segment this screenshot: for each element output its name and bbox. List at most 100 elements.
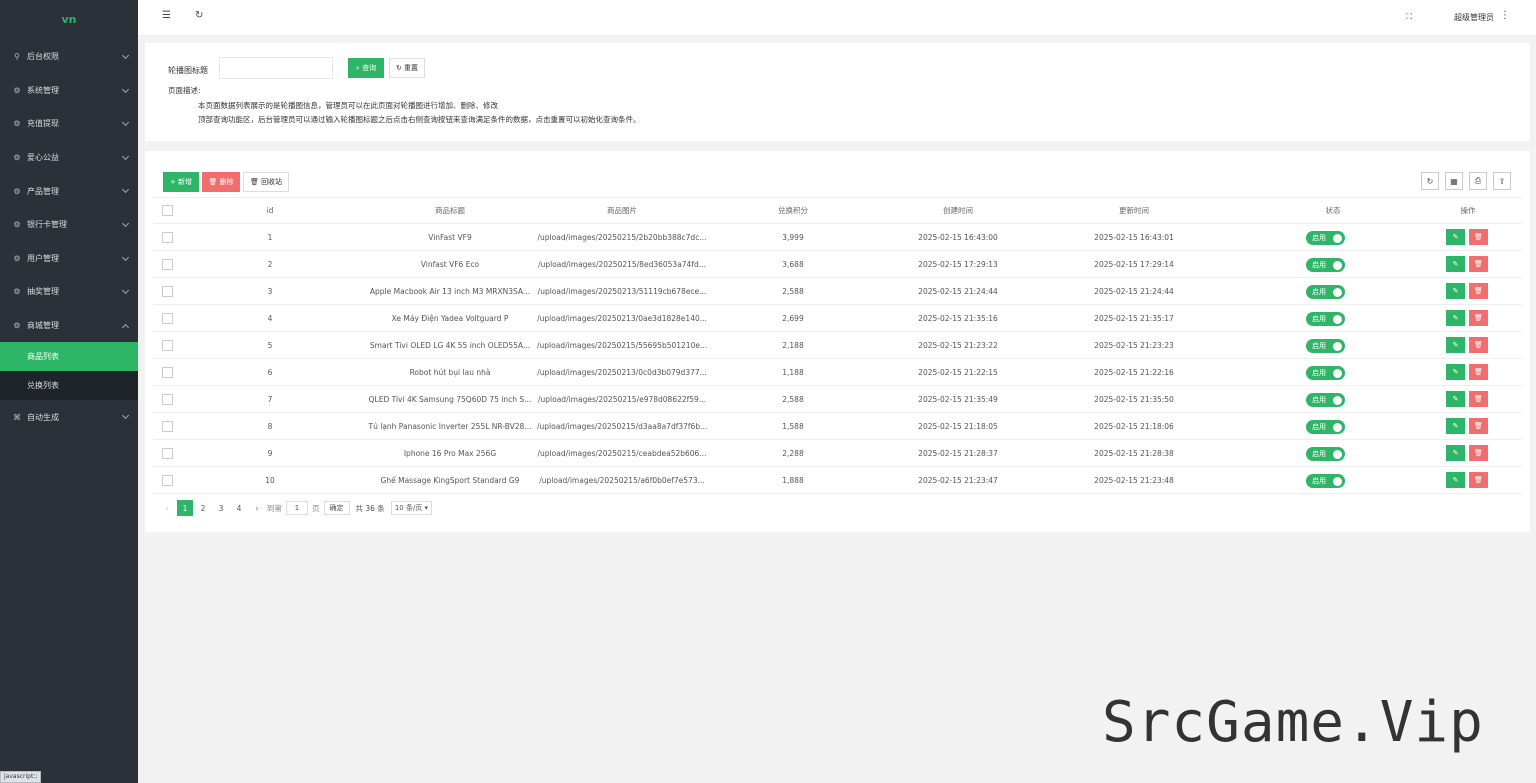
column-header: 状态 (1325, 206, 1341, 215)
cell-updated: 2025-02-15 21:18:06 (1094, 421, 1174, 431)
row-checkbox[interactable] (162, 232, 173, 243)
search-input[interactable] (219, 57, 333, 79)
add-button[interactable]: + 新增 (163, 172, 199, 192)
goto-confirm-button[interactable]: 确定 (323, 501, 350, 515)
cell-updated: 2025-02-15 21:35:50 (1094, 394, 1174, 404)
cell-id: 6 (267, 367, 273, 377)
cell-created: 2025-02-15 17:29:13 (918, 259, 998, 269)
columns-icon[interactable]: ▦ (1445, 172, 1463, 190)
gear-icon: ⚙ (13, 321, 21, 331)
delete-row-button[interactable]: 🗑 (1469, 283, 1488, 299)
edit-button[interactable]: ✎ (1446, 229, 1465, 245)
table-row: 7 QLED Tivi 4K Samsung 75Q60D 75 inch S..… (153, 386, 1522, 413)
cell-points: 1,888 (782, 475, 804, 485)
edit-button[interactable]: ✎ (1446, 310, 1465, 326)
print-icon[interactable]: ⎙ (1469, 172, 1487, 190)
sidebar-item[interactable]: ⚙ 银行卡管理 (0, 208, 138, 242)
query-button[interactable]: ⌕ 查询 (348, 58, 384, 78)
page-button[interactable]: 4 (231, 500, 247, 516)
delete-row-button[interactable]: 🗑 (1469, 337, 1488, 353)
table-row: 4 Xe Máy Điện Yadea Voltguard P/upload/im… (153, 305, 1522, 332)
status-toggle[interactable]: 启用 (1306, 447, 1345, 461)
status-toggle[interactable]: 启用 (1306, 285, 1345, 299)
gear-icon: ⚙ (13, 253, 21, 263)
goto-page-input[interactable]: 1 (286, 501, 308, 515)
pagination: ‹ 1 2 3 4 › 到第 1 页 确定 共 36 条 10 条/页 ▾ (159, 500, 433, 516)
delete-row-button[interactable]: 🗑 (1469, 229, 1488, 245)
edit-button[interactable]: ✎ (1446, 472, 1465, 488)
user-name[interactable]: 超级管理员 (1454, 12, 1494, 23)
status-toggle[interactable]: 启用 (1306, 312, 1345, 326)
delete-row-button[interactable]: 🗑 (1469, 418, 1488, 434)
recycle-bin-button[interactable]: 🗑 回收站 (243, 172, 289, 192)
delete-row-button[interactable]: 🗑 (1469, 445, 1488, 461)
page-button[interactable]: 2 (195, 500, 211, 516)
edit-button[interactable]: ✎ (1446, 337, 1465, 353)
page-button[interactable]: 1 (177, 500, 193, 516)
delete-row-button[interactable]: 🗑 (1469, 310, 1488, 326)
row-checkbox[interactable] (162, 340, 173, 351)
menu-toggle-icon[interactable]: ☰ (162, 10, 171, 21)
edit-button[interactable]: ✎ (1446, 364, 1465, 380)
cell-image: /upload/images/20250215/d3aa8a7df37f6b..… (537, 421, 707, 431)
cell-id: 2 (267, 259, 273, 269)
delete-row-button[interactable]: 🗑 (1469, 256, 1488, 272)
sidebar-item[interactable]: ⚙ 商城管理 (0, 309, 138, 343)
sidebar-item[interactable]: ⚙ 爱心公益 (0, 141, 138, 175)
sidebar-item[interactable]: ⚙ 系统管理 (0, 74, 138, 108)
select-all-checkbox[interactable] (162, 205, 173, 216)
page-size-select[interactable]: 10 条/页 ▾ (390, 501, 433, 515)
delete-button[interactable]: 🗑 删除 (202, 172, 240, 192)
row-checkbox[interactable] (162, 475, 173, 486)
cell-updated: 2025-02-15 16:43:01 (1094, 232, 1174, 242)
row-checkbox[interactable] (162, 313, 173, 324)
sidebar-item[interactable]: ⚙ 充值提现 (0, 107, 138, 141)
column-header: 操作 (1460, 206, 1476, 215)
sidebar-item[interactable]: ⚲ 后台权限 (0, 40, 138, 74)
status-toggle[interactable]: 启用 (1306, 366, 1345, 380)
more-icon[interactable]: ⋮ (1500, 10, 1510, 21)
row-checkbox[interactable] (162, 367, 173, 378)
sidebar-subitem-product-list[interactable]: 商品列表 (0, 342, 138, 372)
edit-button[interactable]: ✎ (1446, 283, 1465, 299)
cell-title: Vinfast VF6 Eco (420, 259, 480, 269)
export-icon[interactable]: ⇪ (1493, 172, 1511, 190)
refresh-table-icon[interactable]: ↻ (1421, 172, 1439, 190)
sidebar-item[interactable]: ⚙ 用户管理 (0, 242, 138, 276)
prev-page-icon[interactable]: ‹ (159, 500, 175, 516)
sidebar-subitem-exchange-list[interactable]: 兑换列表 (0, 371, 138, 400)
delete-row-button[interactable]: 🗑 (1469, 391, 1488, 407)
status-toggle[interactable]: 启用 (1306, 474, 1345, 488)
cell-image: /upload/images/20250213/0ae3d1828e140... (537, 313, 707, 323)
delete-row-button[interactable]: 🗑 (1469, 364, 1488, 380)
sidebar-item-auto-generate[interactable]: ⌘ 自动生成 (0, 400, 138, 434)
row-checkbox[interactable] (162, 286, 173, 297)
status-toggle[interactable]: 启用 (1306, 393, 1345, 407)
cell-points: 1,188 (782, 367, 804, 377)
edit-button[interactable]: ✎ (1446, 391, 1465, 407)
chevron-up-icon (121, 323, 130, 331)
sidebar-item[interactable]: ⚙ 产品管理 (0, 174, 138, 208)
row-checkbox[interactable] (162, 259, 173, 270)
status-toggle[interactable]: 启用 (1306, 420, 1345, 434)
sidebar-item-label: 银行卡管理 (27, 220, 67, 230)
reset-button[interactable]: ↻ 重置 (389, 58, 425, 78)
refresh-icon[interactable]: ↻ (195, 10, 203, 21)
status-toggle[interactable]: 启用 (1306, 258, 1345, 272)
status-toggle[interactable]: 启用 (1306, 339, 1345, 353)
row-checkbox[interactable] (162, 394, 173, 405)
fullscreen-icon[interactable]: ⛶ (1406, 12, 1412, 22)
row-checkbox[interactable] (162, 421, 173, 432)
next-page-icon[interactable]: › (249, 500, 265, 516)
cell-updated: 2025-02-15 21:28:38 (1094, 448, 1174, 458)
edit-button[interactable]: ✎ (1446, 256, 1465, 272)
column-header: 更新时间 (1119, 206, 1149, 215)
page-button[interactable]: 3 (213, 500, 229, 516)
edit-button[interactable]: ✎ (1446, 445, 1465, 461)
sidebar-item[interactable]: ⚙ 抽奖管理 (0, 275, 138, 309)
delete-row-button[interactable]: 🗑 (1469, 472, 1488, 488)
status-toggle[interactable]: 启用 (1306, 231, 1345, 245)
goto-label: 到第 (267, 503, 282, 513)
row-checkbox[interactable] (162, 448, 173, 459)
edit-button[interactable]: ✎ (1446, 418, 1465, 434)
